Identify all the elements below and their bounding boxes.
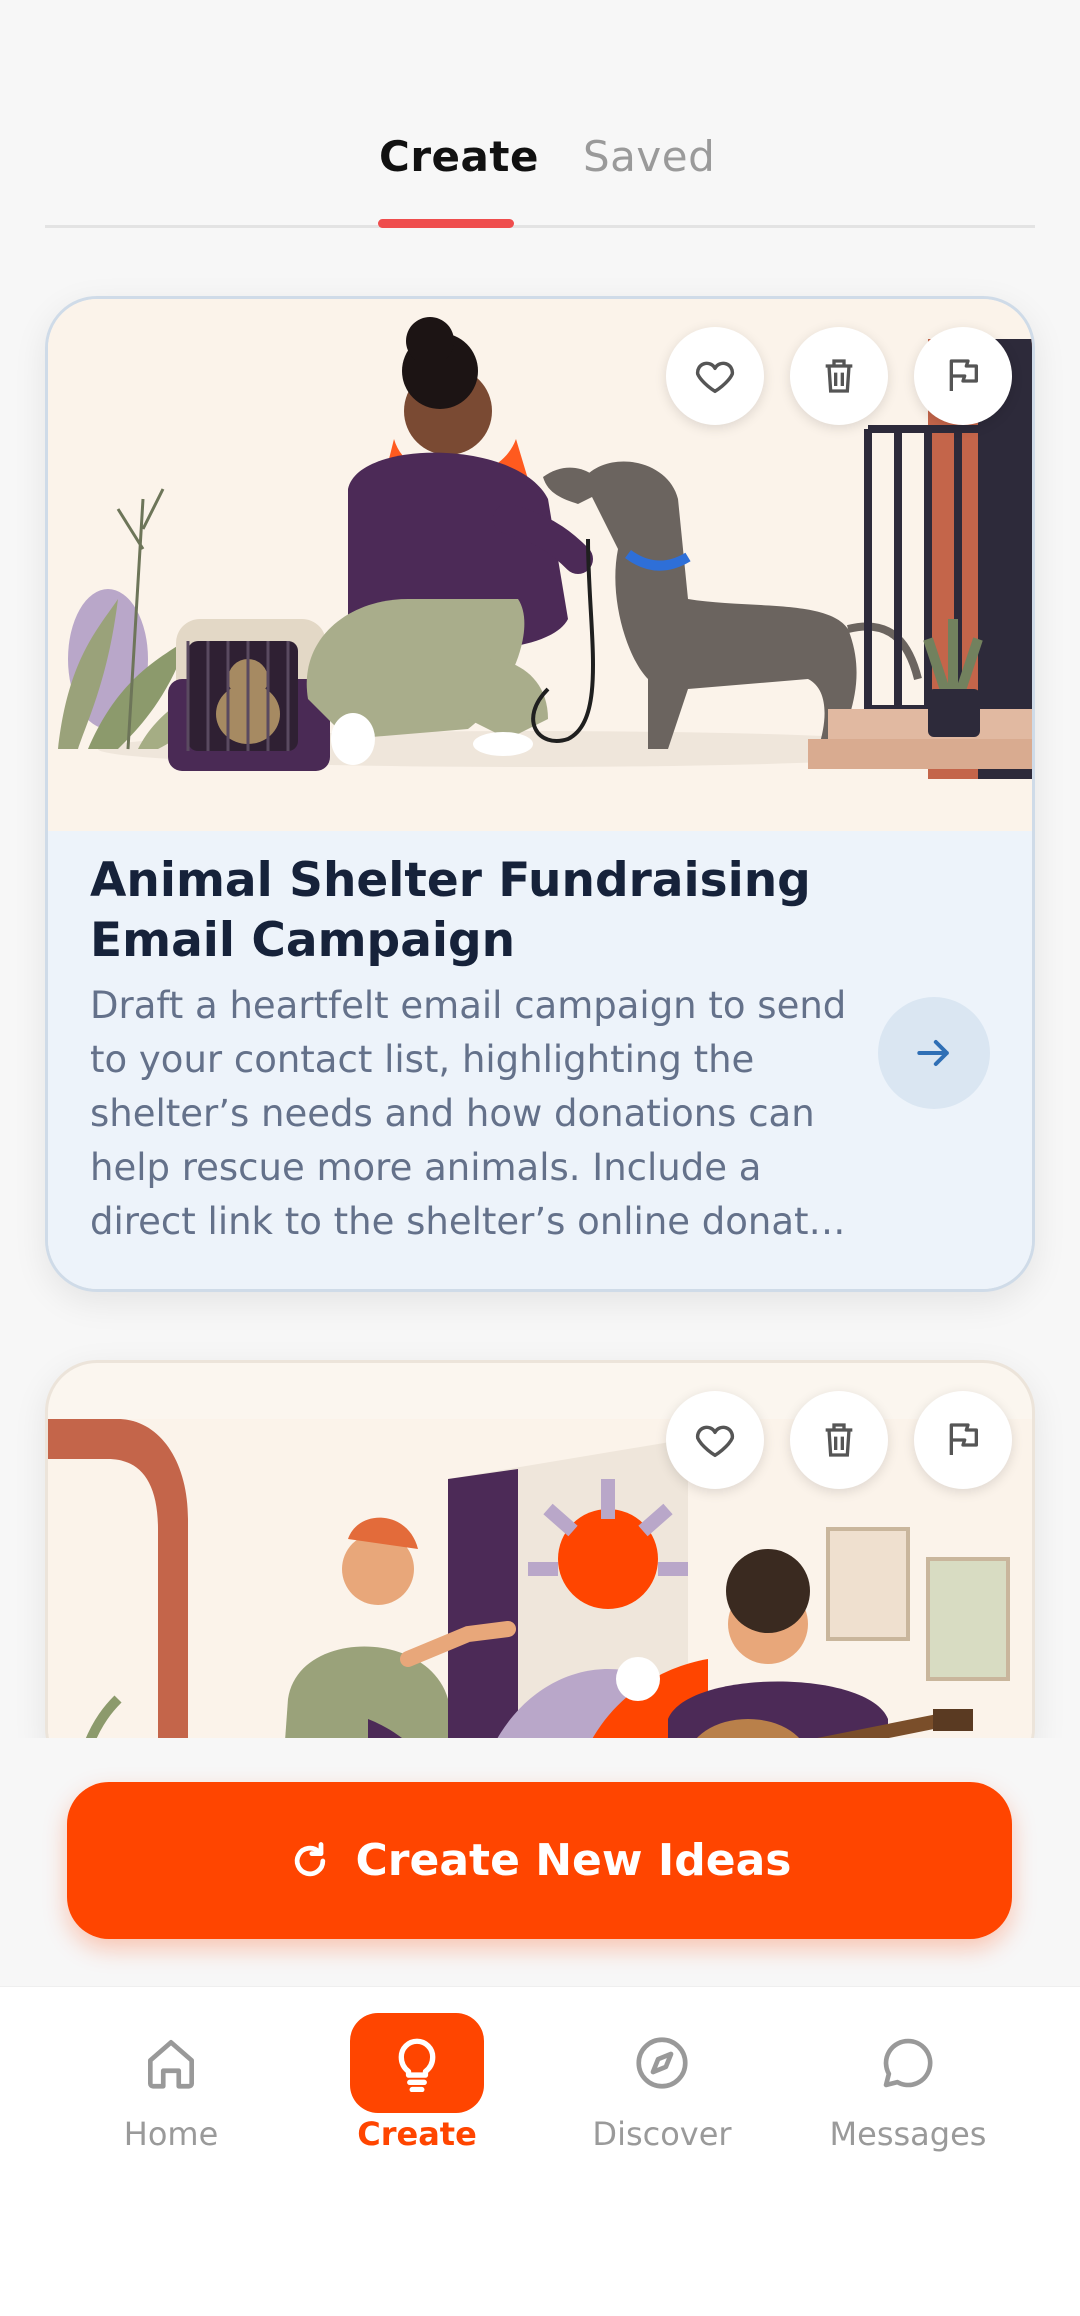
home-icon xyxy=(148,2040,194,2089)
trash-icon xyxy=(825,1423,853,1457)
create-new-ideas-button[interactable]: Create New Ideas xyxy=(67,1782,1012,1939)
heart-icon xyxy=(695,1425,735,1458)
like-button[interactable] xyxy=(666,327,764,425)
cta-area: Create New Ideas xyxy=(0,1738,1080,1986)
flag-button[interactable] xyxy=(914,327,1012,425)
nav-item-create[interactable]: Create xyxy=(317,2013,517,2163)
card-content: Animal Shelter Fundraising Email Campaig… xyxy=(48,831,1032,1289)
nav-item-messages[interactable]: Messages xyxy=(808,2013,1008,2163)
active-tab-indicator xyxy=(378,219,514,228)
chat-bubble-icon xyxy=(883,2038,933,2088)
nav-label-messages: Messages xyxy=(829,2115,987,2153)
card-illustration xyxy=(48,1419,1032,1777)
flag-icon xyxy=(949,1423,978,1455)
delete-button[interactable] xyxy=(790,327,888,425)
card-description: Draft a heartfelt email campaign to send… xyxy=(90,984,847,1243)
cta-label: Create New Ideas xyxy=(355,1835,792,1886)
bottom-nav: Home Create Discover Messages xyxy=(0,1986,1080,2316)
open-idea-button[interactable] xyxy=(878,997,990,1109)
nav-label-home: Home xyxy=(123,2115,219,2153)
lightbulb-icon xyxy=(398,2038,436,2092)
like-button[interactable] xyxy=(666,1391,764,1489)
trash-icon xyxy=(825,359,853,393)
compass-icon xyxy=(636,2037,688,2089)
heart-icon xyxy=(695,361,735,394)
nav-item-discover[interactable]: Discover xyxy=(562,2013,762,2163)
idea-card[interactable] xyxy=(45,1360,1035,1780)
flag-icon xyxy=(949,359,978,391)
nav-label-create: Create xyxy=(357,2115,477,2153)
tab-create[interactable]: Create xyxy=(379,132,539,181)
nav-item-home[interactable]: Home xyxy=(71,2013,271,2163)
delete-button[interactable] xyxy=(790,1391,888,1489)
tab-bar: Create Saved xyxy=(45,120,1035,228)
arrow-right-icon xyxy=(917,1039,949,1067)
flag-button[interactable] xyxy=(914,1391,1012,1489)
nav-label-discover: Discover xyxy=(592,2115,732,2153)
refresh-icon xyxy=(294,1841,325,1876)
tab-saved[interactable]: Saved xyxy=(583,132,715,181)
idea-card[interactable]: Animal Shelter Fundraising Email Campaig… xyxy=(45,296,1035,1292)
card-title: Animal Shelter Fundraising Email Campaig… xyxy=(90,853,811,968)
